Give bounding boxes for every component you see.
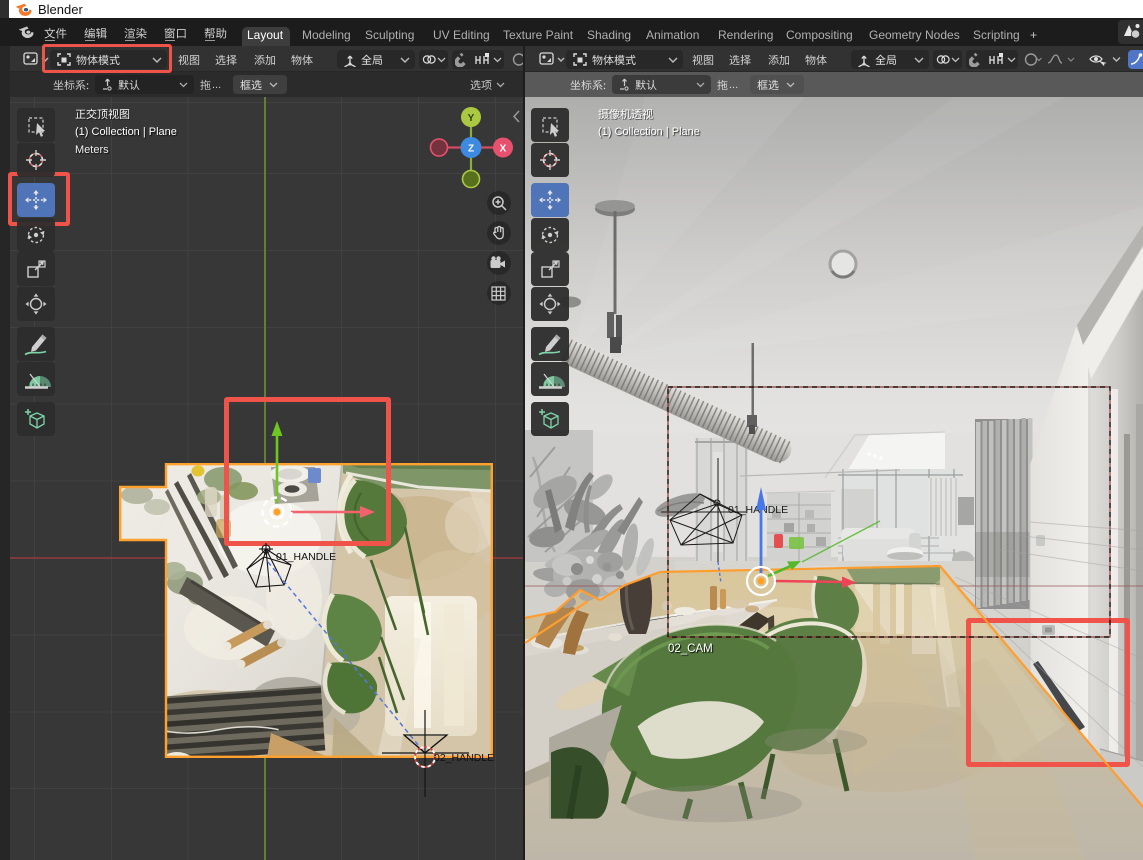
svg-text:01_HANDLE: 01_HANDLE [276,551,336,563]
svg-text:Y: Y [468,113,475,124]
svg-text:02_CAM: 02_CAM [668,643,713,655]
svg-text:02_HANDLE: 02_HANDLE [434,752,494,764]
svg-text:X: X [500,144,507,155]
svg-text:Z: Z [468,144,474,155]
